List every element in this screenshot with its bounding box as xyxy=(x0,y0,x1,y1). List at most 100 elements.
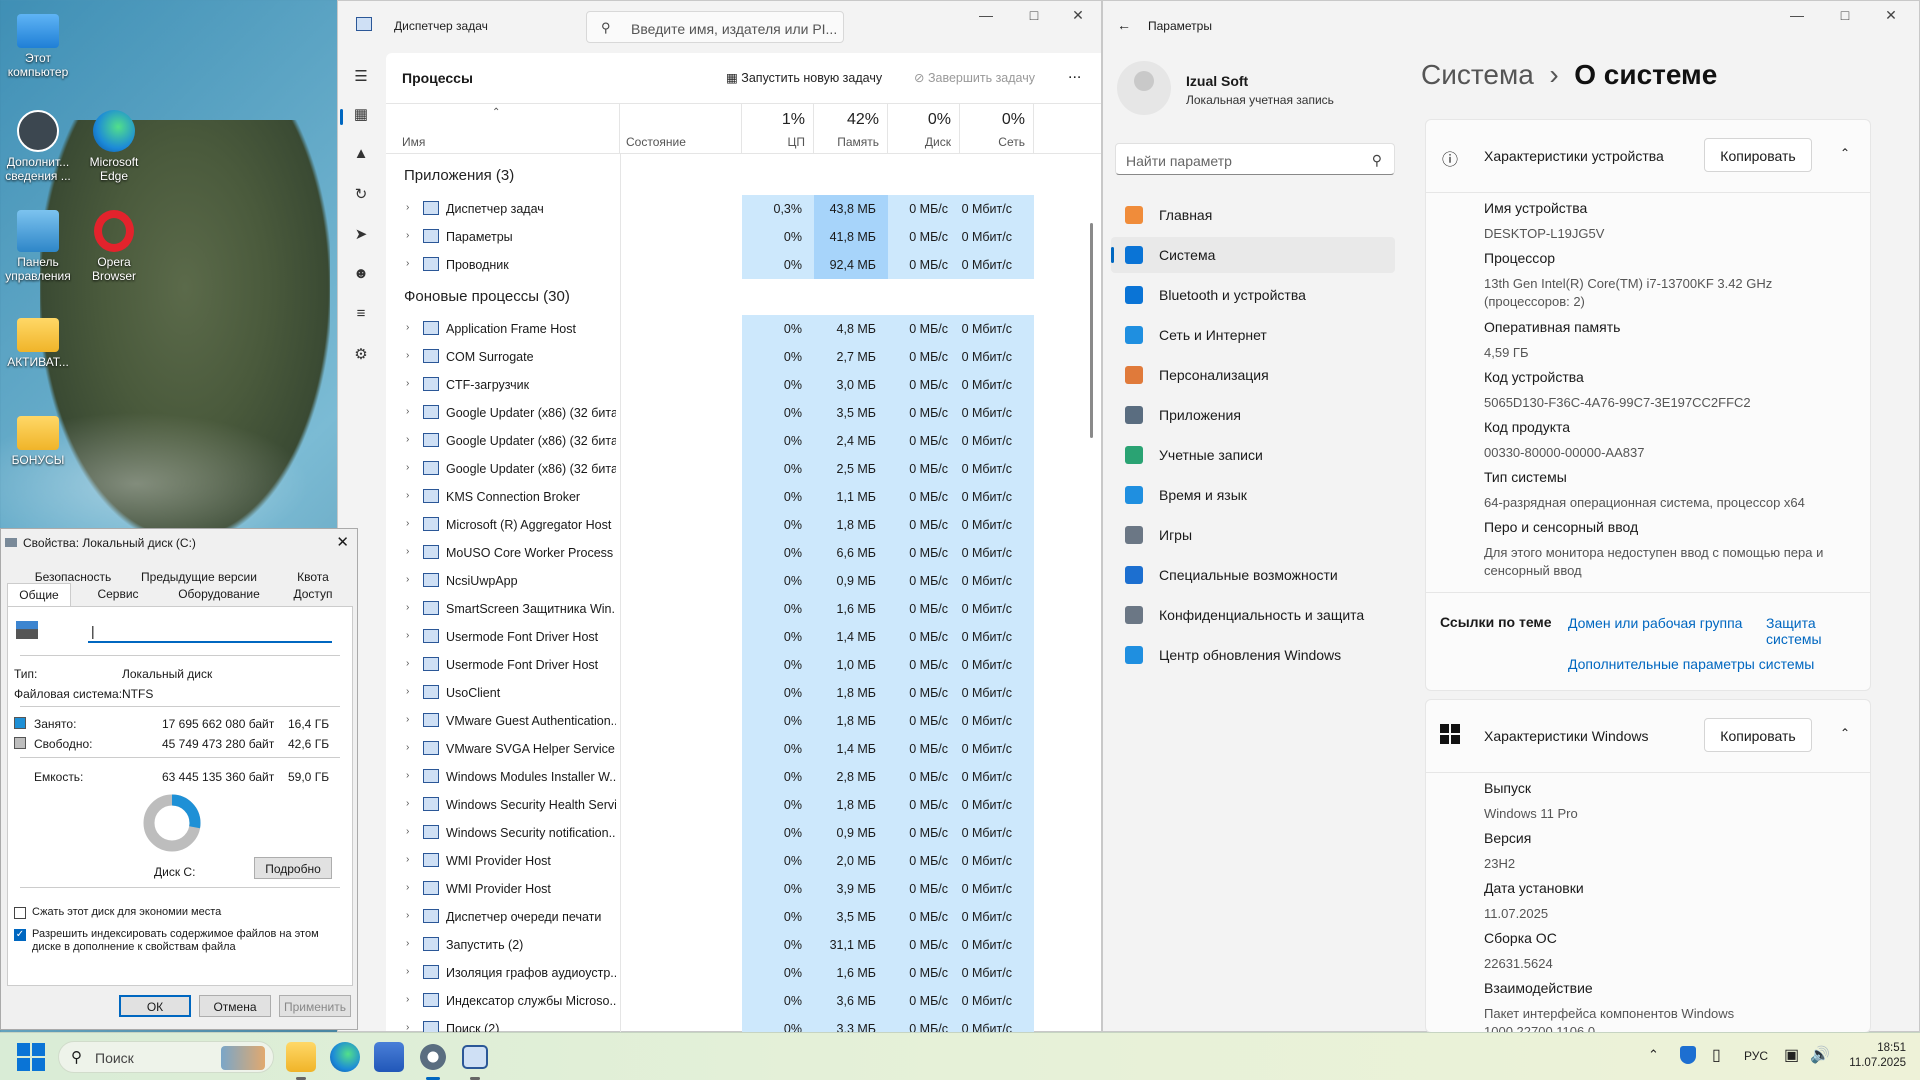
desktop-icon-control-panel[interactable]: Панель управления xyxy=(0,210,76,283)
chevron-up-icon[interactable]: ⌃ xyxy=(1840,726,1850,740)
column-header-network[interactable]: 0% Сеть xyxy=(960,103,1034,153)
expand-chevron-icon[interactable]: › xyxy=(406,490,409,501)
usb-device-icon[interactable]: ▯ xyxy=(1712,1045,1721,1065)
expand-chevron-icon[interactable]: › xyxy=(406,434,409,445)
nav-item-10[interactable]: Конфиденциальность и защита xyxy=(1111,597,1395,633)
process-row[interactable]: › CTF-загрузчик 0% 3,0 МБ 0 МБ/с 0 Мбит/с xyxy=(386,371,1034,399)
tab-sharing[interactable]: Доступ xyxy=(289,587,337,601)
close-button[interactable]: ✕ xyxy=(1871,7,1911,27)
process-row[interactable]: › Windows Security Health Servi... 0% 1,8 М… xyxy=(386,791,1034,819)
file-explorer-icon[interactable] xyxy=(286,1042,316,1072)
store-icon[interactable] xyxy=(374,1042,404,1072)
minimize-button[interactable]: — xyxy=(1777,7,1817,27)
vertical-scrollbar[interactable] xyxy=(1090,223,1093,438)
clock[interactable]: 18:51 11.07.2025 xyxy=(1848,1041,1906,1071)
settings-search-input[interactable]: Найти параметр ⚲ xyxy=(1115,143,1395,175)
process-row[interactable]: › Диспетчер задач 0,3% 43,8 МБ 0 МБ/с 0 Мбит/… xyxy=(386,195,1034,223)
chevron-up-icon[interactable]: ⌃ xyxy=(1648,1047,1659,1063)
process-row[interactable]: › Запустить (2) 0% 31,1 МБ 0 МБ/с 0 Мбит/с xyxy=(386,931,1034,959)
system-protection-link[interactable]: Защита системы xyxy=(1766,615,1870,647)
expand-chevron-icon[interactable]: › xyxy=(406,258,409,269)
advanced-system-settings-link[interactable]: Дополнительные параметры системы xyxy=(1568,656,1814,672)
process-row[interactable]: › Google Updater (x86) (32 бита... 0% 3,5 М… xyxy=(386,399,1034,427)
details-button[interactable]: Подробно xyxy=(254,857,332,879)
process-row[interactable]: › Usermode Font Driver Host 0% 1,0 МБ 0 МБ/с… xyxy=(386,651,1034,679)
expand-chevron-icon[interactable]: › xyxy=(406,882,409,893)
processes-icon[interactable]: ▦ xyxy=(350,105,372,127)
edge-icon[interactable] xyxy=(330,1042,360,1072)
ok-button[interactable]: ОК xyxy=(119,995,191,1017)
chevron-up-icon[interactable]: ⌃ xyxy=(1840,146,1850,160)
expand-chevron-icon[interactable]: › xyxy=(406,350,409,361)
language-indicator[interactable]: РУС xyxy=(1744,1049,1768,1063)
expand-chevron-icon[interactable]: › xyxy=(406,854,409,865)
tab-general[interactable]: Общие xyxy=(7,583,71,607)
column-header-status[interactable]: Состояние xyxy=(620,103,742,153)
apply-button[interactable]: Применить xyxy=(279,995,351,1017)
expand-chevron-icon[interactable]: › xyxy=(406,574,409,585)
nav-item-5[interactable]: Приложения xyxy=(1111,397,1395,433)
nav-item-6[interactable]: Учетные записи xyxy=(1111,437,1395,473)
process-row[interactable]: › NcsiUwpApp 0% 0,9 МБ 0 МБ/с 0 Мбит/с xyxy=(386,567,1034,595)
expand-chevron-icon[interactable]: › xyxy=(406,322,409,333)
desktop-icon-bonus[interactable]: БОНУСЫ xyxy=(0,410,76,467)
nav-item-4[interactable]: Персонализация xyxy=(1111,357,1395,393)
tab-quota[interactable]: Квота xyxy=(291,570,335,584)
maximize-button[interactable]: □ xyxy=(1014,7,1054,27)
expand-chevron-icon[interactable]: › xyxy=(406,546,409,557)
nav-item-9[interactable]: Специальные возможности xyxy=(1111,557,1395,593)
services-icon[interactable]: ⚙ xyxy=(350,345,372,367)
expand-chevron-icon[interactable]: › xyxy=(406,230,409,241)
more-options-button[interactable]: ... xyxy=(1068,65,1081,83)
expand-chevron-icon[interactable]: › xyxy=(406,406,409,417)
desktop-icon-extra-info[interactable]: Дополнит... сведения ... xyxy=(0,110,76,183)
device-specs-header[interactable]: ⓘ Характеристики устройства Копировать ⌃ xyxy=(1426,120,1870,192)
process-row[interactable]: › Google Updater (x86) (32 бита... 0% 2,4 М… xyxy=(386,427,1034,455)
breadcrumb-parent[interactable]: Система xyxy=(1421,59,1534,90)
task-manager-icon[interactable] xyxy=(462,1045,488,1069)
expand-chevron-icon[interactable]: › xyxy=(406,994,409,1005)
tab-tools[interactable]: Сервис xyxy=(89,587,147,601)
process-row[interactable]: › VMware Guest Authentication... 0% 1,8 МБ 0… xyxy=(386,707,1034,735)
expand-chevron-icon[interactable]: › xyxy=(406,202,409,213)
close-button[interactable]: ✕ xyxy=(1058,7,1098,27)
start-button[interactable] xyxy=(16,1042,46,1072)
users-icon[interactable]: ☻ xyxy=(350,265,372,287)
process-row[interactable]: › Usermode Font Driver Host 0% 1,4 МБ 0 МБ/с… xyxy=(386,623,1034,651)
process-row[interactable]: › COM Surrogate 0% 2,7 МБ 0 МБ/с 0 Мбит/с xyxy=(386,343,1034,371)
desktop-icon-this-pc[interactable]: Этот компьютер xyxy=(0,10,76,79)
nav-item-1[interactable]: Система xyxy=(1111,237,1395,273)
volume-icon[interactable]: 🔊 xyxy=(1810,1045,1830,1065)
settings-gear-icon[interactable] xyxy=(418,1042,448,1072)
expand-chevron-icon[interactable]: › xyxy=(406,742,409,753)
nav-item-0[interactable]: Главная xyxy=(1111,197,1395,233)
tab-previous-versions[interactable]: Предыдущие версии xyxy=(131,570,267,584)
defender-shield-icon[interactable] xyxy=(1680,1046,1696,1064)
app-history-icon[interactable]: ↻ xyxy=(350,185,372,207)
desktop-icon-edge[interactable]: Microsoft Edge xyxy=(76,110,152,183)
expand-chevron-icon[interactable]: › xyxy=(406,686,409,697)
process-row[interactable]: › Windows Security notification... 0% 0,9 М… xyxy=(386,819,1034,847)
hamburger-icon[interactable]: ☰ xyxy=(350,67,372,89)
process-row[interactable]: › Индексатор службы Microso... 0% 3,6 МБ 0 М… xyxy=(386,987,1034,1015)
minimize-button[interactable]: — xyxy=(966,7,1006,27)
search-input[interactable]: ⚲ Введите имя, издателя или PI... xyxy=(586,11,844,43)
maximize-button[interactable]: □ xyxy=(1825,7,1865,27)
domain-workgroup-link[interactable]: Домен или рабочая группа xyxy=(1568,615,1742,631)
expand-chevron-icon[interactable]: › xyxy=(406,826,409,837)
end-task-button[interactable]: ⊘ Завершить задачу xyxy=(914,70,1035,85)
performance-icon[interactable]: ▲ xyxy=(350,145,372,167)
desktop-icon-activator[interactable]: АКТИВАТ... xyxy=(0,312,76,369)
column-header-memory[interactable]: 42% Память xyxy=(814,103,888,153)
process-row[interactable]: › VMware SVGA Helper Service (... 0% 1,4 МБ… xyxy=(386,735,1034,763)
expand-chevron-icon[interactable]: › xyxy=(406,966,409,977)
taskbar-search[interactable]: ⚲ Поиск xyxy=(58,1041,274,1073)
process-row[interactable]: › KMS Connection Broker 0% 1,1 МБ 0 МБ/с 0 Мб… xyxy=(386,483,1034,511)
tab-hardware[interactable]: Оборудование xyxy=(169,587,269,601)
expand-chevron-icon[interactable]: › xyxy=(406,378,409,389)
copy-device-specs-button[interactable]: Копировать xyxy=(1704,138,1812,172)
nav-item-11[interactable]: Центр обновления Windows xyxy=(1111,637,1395,673)
network-icon[interactable]: ▣ xyxy=(1784,1045,1799,1065)
process-row[interactable]: › Параметры 0% 41,8 МБ 0 МБ/с 0 Мбит/с xyxy=(386,223,1034,251)
expand-chevron-icon[interactable]: › xyxy=(406,714,409,725)
